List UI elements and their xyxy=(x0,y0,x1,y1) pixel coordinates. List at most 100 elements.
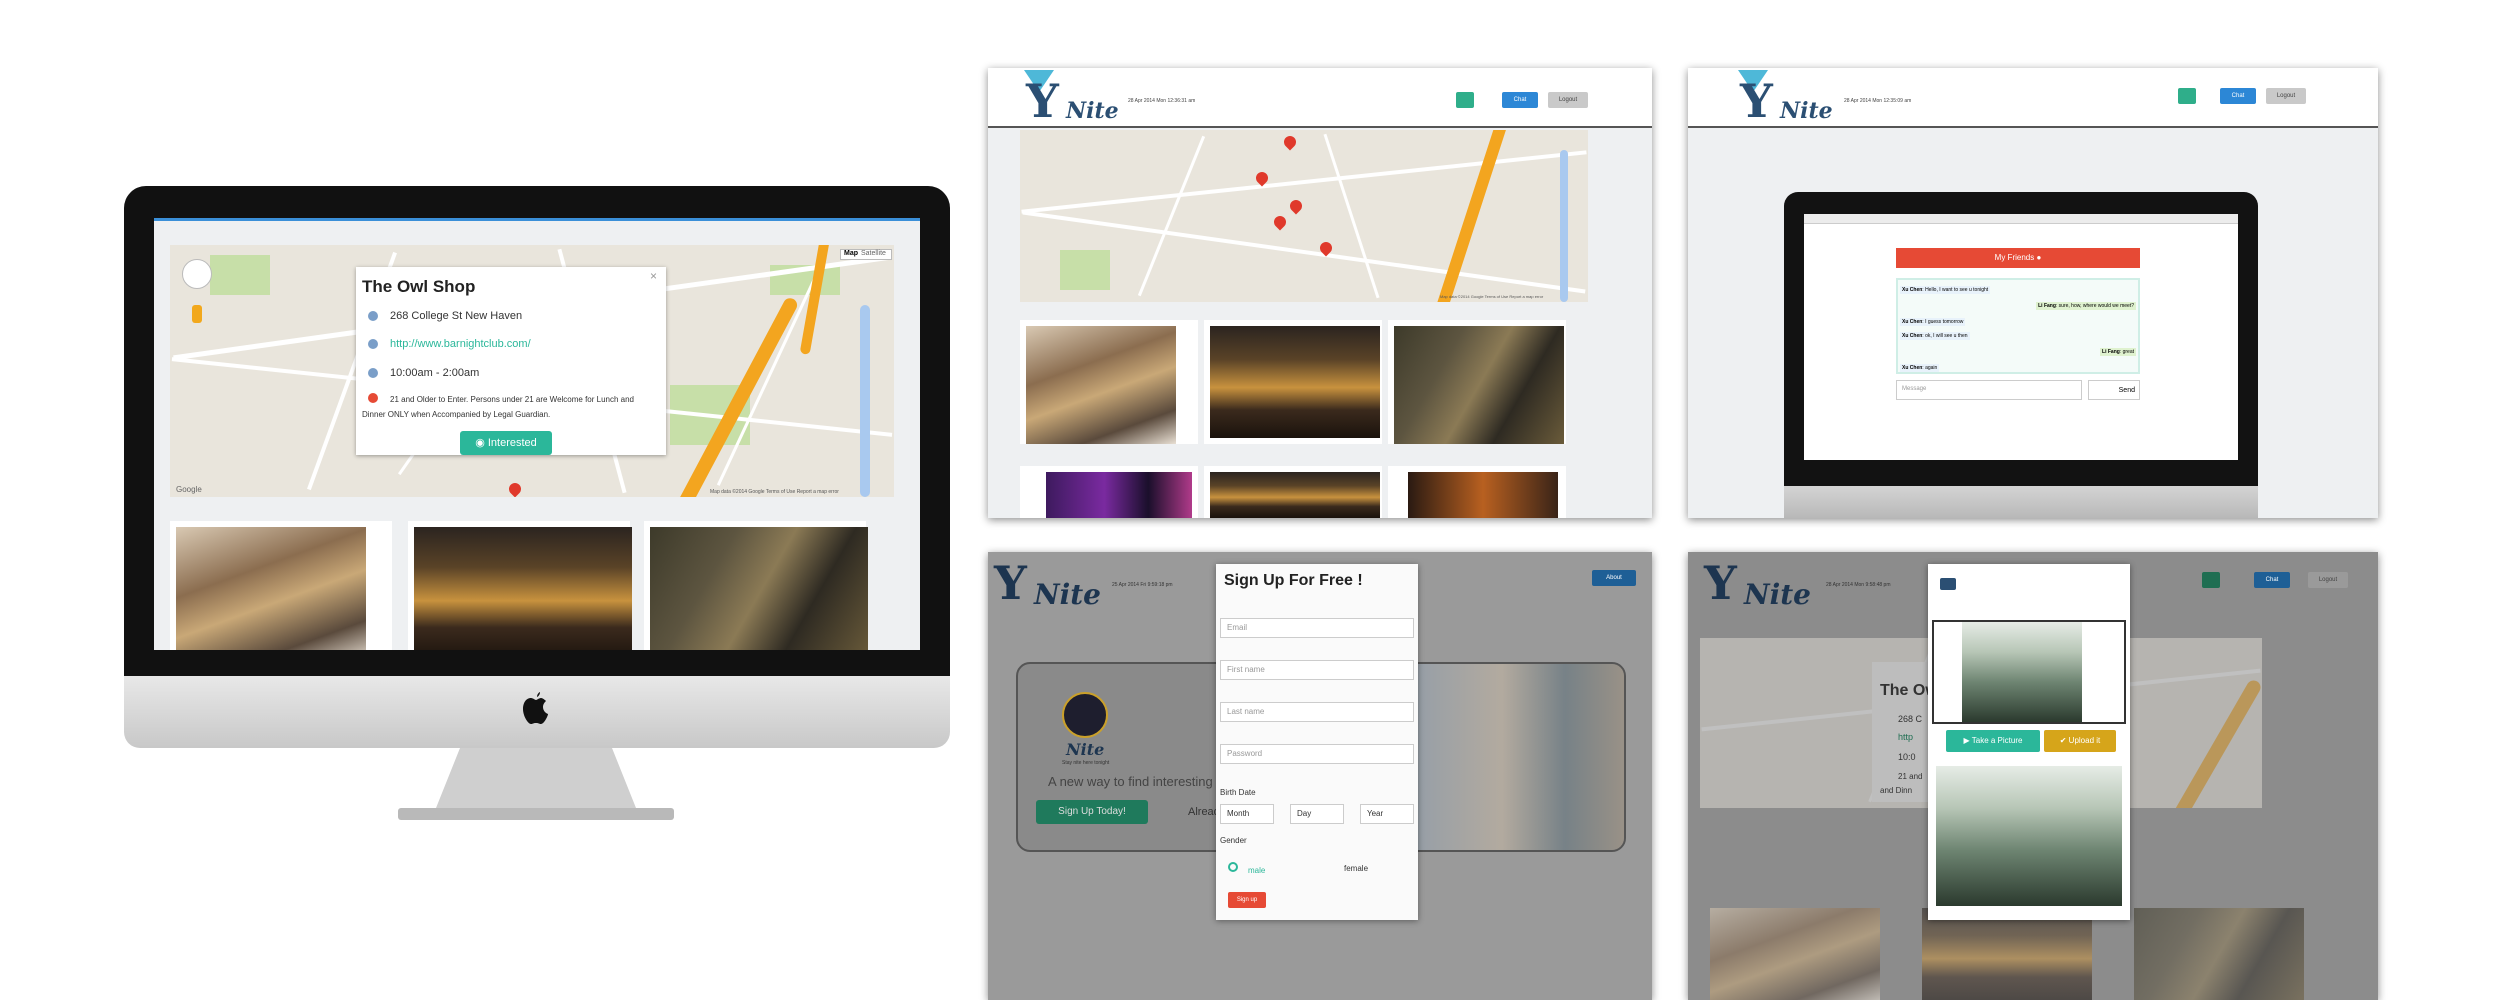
signup-modal: Sign Up For Free ! Email First name Last… xyxy=(1216,564,1418,920)
s1-photo-4[interactable] xyxy=(1020,466,1198,518)
email-field[interactable]: Email xyxy=(1220,618,1414,638)
birth-month-select[interactable]: Month xyxy=(1220,804,1274,824)
camera-live-preview[interactable] xyxy=(1932,620,2126,724)
venue-hours: 10:00am - 2:00am xyxy=(390,367,480,379)
map-type-control[interactable]: Map Satellite xyxy=(840,249,892,260)
venue-url[interactable]: http://www.barnightclub.com/ xyxy=(390,338,531,350)
send-label: Send xyxy=(2118,387,2135,394)
logo-word-3: Nite xyxy=(1034,578,1101,611)
female-label[interactable]: female xyxy=(1344,864,1368,873)
imac-stand-base xyxy=(398,808,674,820)
friends-header[interactable]: My Friends ● xyxy=(1896,248,2140,268)
first-name-field[interactable]: First name xyxy=(1220,660,1414,680)
popup-close-icon[interactable]: × xyxy=(650,269,657,283)
venue-popup: The Owl Shop × 268 College St New Haven … xyxy=(356,267,666,455)
map-google-logo: Google xyxy=(176,485,202,494)
male-radio[interactable] xyxy=(1228,862,1238,872)
header-datetime: 28 Apr 2014 Mon 12:36:31 am xyxy=(1128,98,1196,104)
hero-tagline: Stay nite here tonight xyxy=(1062,760,1110,766)
logout-button[interactable]: Logout xyxy=(1548,92,1588,108)
chat-msg: Xu Chen: Hello, I want to see u tonight xyxy=(1900,286,1991,294)
imac-photo-card-3[interactable] xyxy=(644,521,868,650)
send-button[interactable]: Send xyxy=(2088,380,2140,400)
imac-photo-card-1[interactable] xyxy=(170,521,392,650)
s1-photo-3[interactable] xyxy=(1388,320,1566,444)
map-type-satellite[interactable]: Satellite xyxy=(861,250,886,257)
venue-title: The Owl Shop xyxy=(362,277,476,296)
s1-photo-6[interactable] xyxy=(1388,466,1566,518)
logo-letter-4: Y xyxy=(1704,556,1737,610)
gender-label: Gender xyxy=(1220,836,1247,845)
map-footer: Map data ©2014 Google Terms of Use Repor… xyxy=(710,489,839,495)
first-name-placeholder: First name xyxy=(1227,665,1265,674)
chat-msg: Li Fang: sure, how, where would we meet? xyxy=(2036,302,2136,310)
dimmed-hours: 10:0 xyxy=(1898,752,1916,762)
s1-photo-1[interactable] xyxy=(1020,320,1198,444)
screenshot-signup-view: Y Nite 25 Apr 2014 Fri 9:59:18 pm About … xyxy=(988,552,1652,1000)
signup-submit-label: Sign up xyxy=(1236,897,1258,903)
map-pan-control[interactable] xyxy=(182,259,212,289)
map-view[interactable]: Map data ©2014 Google Terms of Use Repor… xyxy=(1020,130,1588,302)
user-icon: ● xyxy=(2036,253,2042,262)
screenshot-chat-view: Y Nite 28 Apr 2014 Mon 12:35:09 am Chat … xyxy=(1688,68,2378,518)
logout-button-2[interactable]: Logout xyxy=(2266,88,2306,104)
signup-title: Sign Up For Free ! xyxy=(1224,572,1363,589)
logo-letter: Y xyxy=(1026,74,1059,128)
location-icon xyxy=(368,311,378,321)
s1-photo-5[interactable] xyxy=(1204,466,1382,518)
camera-icon: ◉ xyxy=(475,437,488,449)
signup-submit-button[interactable]: Sign up xyxy=(1228,892,1266,908)
profile-button-4[interactable] xyxy=(2202,572,2220,588)
logout-button-4[interactable]: Logout xyxy=(2308,572,2348,588)
browser-bar xyxy=(1804,214,2238,224)
map-type-map[interactable]: Map xyxy=(841,250,861,257)
password-placeholder: Password xyxy=(1227,749,1263,758)
chat-msg: Xu Chen: again xyxy=(1900,364,1940,372)
signup-today-button[interactable]: Sign Up Today! xyxy=(1036,800,1148,824)
chat-msg: Xu Chen: ok, I will see u then xyxy=(1900,332,1970,340)
year-label: Year xyxy=(1367,809,1384,818)
chat-button-4[interactable]: Chat xyxy=(2254,572,2290,588)
imac-map[interactable]: Map Satellite Google Map data ©2014 Googl… xyxy=(170,245,894,497)
last-name-field[interactable]: Last name xyxy=(1220,702,1414,722)
captured-photo xyxy=(1936,766,2122,906)
logo-letter-3: Y xyxy=(994,556,1027,610)
logout-label-4: Logout xyxy=(2318,577,2338,583)
about-button[interactable]: About xyxy=(1592,570,1636,586)
day-label: Day xyxy=(1297,809,1312,818)
birth-day-select[interactable]: Day xyxy=(1290,804,1344,824)
password-field[interactable]: Password xyxy=(1220,744,1414,764)
app-header: Y Nite 28 Apr 2014 Mon 12:36:31 am Chat … xyxy=(988,68,1652,128)
logo-letter-2: Y xyxy=(1740,74,1773,128)
imac-photo-card-2[interactable] xyxy=(408,521,632,650)
last-name-placeholder: Last name xyxy=(1227,707,1265,716)
map-person-icon[interactable] xyxy=(192,305,202,323)
take-picture-button[interactable]: ▶ Take a Picture xyxy=(1946,730,2040,752)
interested-button[interactable]: ◉ Interested xyxy=(460,431,552,455)
chat-window: Xu Chen: Hello, I want to see u tonight … xyxy=(1896,278,2140,374)
s1-photo-2[interactable] xyxy=(1204,320,1382,444)
chat-msg: Xu Chen: I guess tomorrow xyxy=(1900,318,1966,326)
clock-icon xyxy=(368,368,378,378)
dimmed-photo-1 xyxy=(1710,908,1880,1000)
birth-year-select[interactable]: Year xyxy=(1360,804,1414,824)
dimmed-age: 21 and xyxy=(1898,772,1923,781)
camera-modal: ▶ Take a Picture ✔ Upload it xyxy=(1928,564,2130,920)
email-placeholder: Email xyxy=(1227,623,1248,632)
link-icon xyxy=(368,339,378,349)
play-icon: ▶ xyxy=(1963,736,1972,745)
header-datetime-3: 25 Apr 2014 Fri 9:59:18 pm xyxy=(1112,582,1173,588)
birth-label: Birth Date xyxy=(1220,788,1256,797)
upload-button[interactable]: ✔ Upload it xyxy=(2044,730,2116,752)
dimmed-address: 268 C xyxy=(1898,714,1923,724)
profile-button[interactable] xyxy=(1456,92,1474,108)
chat-button[interactable]: Chat xyxy=(1502,92,1538,108)
logout-label: Logout xyxy=(1558,97,1578,103)
message-input[interactable]: Message xyxy=(1896,380,2082,400)
interested-label: Interested xyxy=(487,437,537,449)
male-label[interactable]: male xyxy=(1248,866,1265,875)
profile-button-2[interactable] xyxy=(2178,88,2196,104)
chat-button-2[interactable]: Chat xyxy=(2220,88,2256,104)
screenshot-camera-view: Y Nite 28 Apr 2014 Mon 9:58:48 pm Chat L… xyxy=(1688,552,2378,1000)
message-placeholder: Message xyxy=(1902,386,1927,392)
